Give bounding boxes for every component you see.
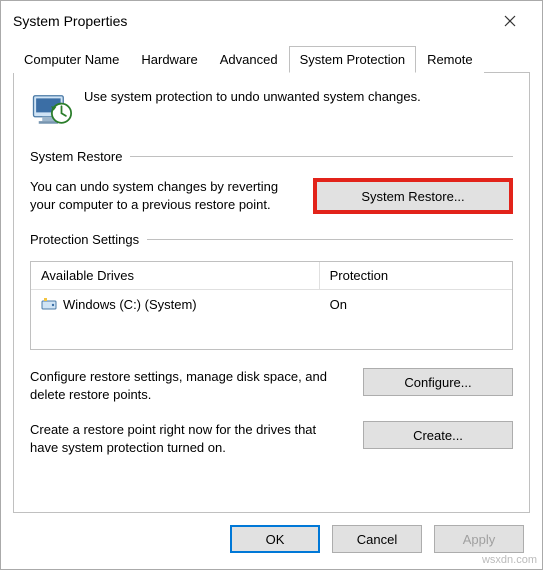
drive-name: Windows (C:) (System) xyxy=(63,297,197,312)
ok-button[interactable]: OK xyxy=(230,525,320,553)
intro-text: Use system protection to undo unwanted s… xyxy=(84,87,421,104)
intro-row: Use system protection to undo unwanted s… xyxy=(30,87,513,129)
drive-name-cell: Windows (C:) (System) xyxy=(31,290,320,318)
configure-description: Configure restore settings, manage disk … xyxy=(30,368,347,403)
configure-row: Configure restore settings, manage disk … xyxy=(30,368,513,403)
system-protection-icon xyxy=(30,87,72,129)
group-label-system-restore: System Restore xyxy=(30,149,122,164)
group-system-restore: System Restore xyxy=(30,149,513,164)
divider xyxy=(147,239,513,240)
close-icon xyxy=(504,15,516,27)
cancel-button[interactable]: Cancel xyxy=(332,525,422,553)
close-button[interactable] xyxy=(490,9,530,33)
tabs: Computer Name Hardware Advanced System P… xyxy=(13,45,530,73)
create-description: Create a restore point right now for the… xyxy=(30,421,347,456)
drives-table-body: Windows (C:) (System) On xyxy=(31,289,512,349)
create-button[interactable]: Create... xyxy=(363,421,513,449)
dialog-actions: OK Cancel Apply xyxy=(1,513,542,565)
column-available-drives[interactable]: Available Drives xyxy=(31,262,320,289)
table-row[interactable]: Windows (C:) (System) On xyxy=(31,290,512,318)
tab-remote[interactable]: Remote xyxy=(416,46,484,73)
configure-button[interactable]: Configure... xyxy=(363,368,513,396)
watermark: wsxdn.com xyxy=(482,554,537,566)
apply-button: Apply xyxy=(434,525,524,553)
system-restore-button[interactable]: System Restore... xyxy=(313,178,513,214)
system-restore-description: You can undo system changes by reverting… xyxy=(30,178,297,213)
tab-system-protection[interactable]: System Protection xyxy=(289,46,417,73)
system-restore-row: You can undo system changes by reverting… xyxy=(30,178,513,214)
tab-hardware[interactable]: Hardware xyxy=(130,46,208,73)
tab-advanced[interactable]: Advanced xyxy=(209,46,289,73)
group-label-protection-settings: Protection Settings xyxy=(30,232,139,247)
group-protection-settings: Protection Settings xyxy=(30,232,513,247)
drives-table: Available Drives Protection Windows (C:)… xyxy=(30,261,513,350)
divider xyxy=(130,156,513,157)
system-properties-window: System Properties Computer Name Hardware… xyxy=(0,0,543,570)
tab-container: Computer Name Hardware Advanced System P… xyxy=(13,45,530,513)
tab-panel-system-protection: Use system protection to undo unwanted s… xyxy=(13,73,530,513)
column-protection[interactable]: Protection xyxy=(320,262,512,289)
drive-status-cell: On xyxy=(320,290,512,318)
drives-table-header: Available Drives Protection xyxy=(31,262,512,289)
titlebar: System Properties xyxy=(1,1,542,39)
window-title: System Properties xyxy=(13,13,127,29)
tab-computer-name[interactable]: Computer Name xyxy=(13,46,130,73)
create-row: Create a restore point right now for the… xyxy=(30,421,513,456)
drive-icon xyxy=(41,296,57,312)
